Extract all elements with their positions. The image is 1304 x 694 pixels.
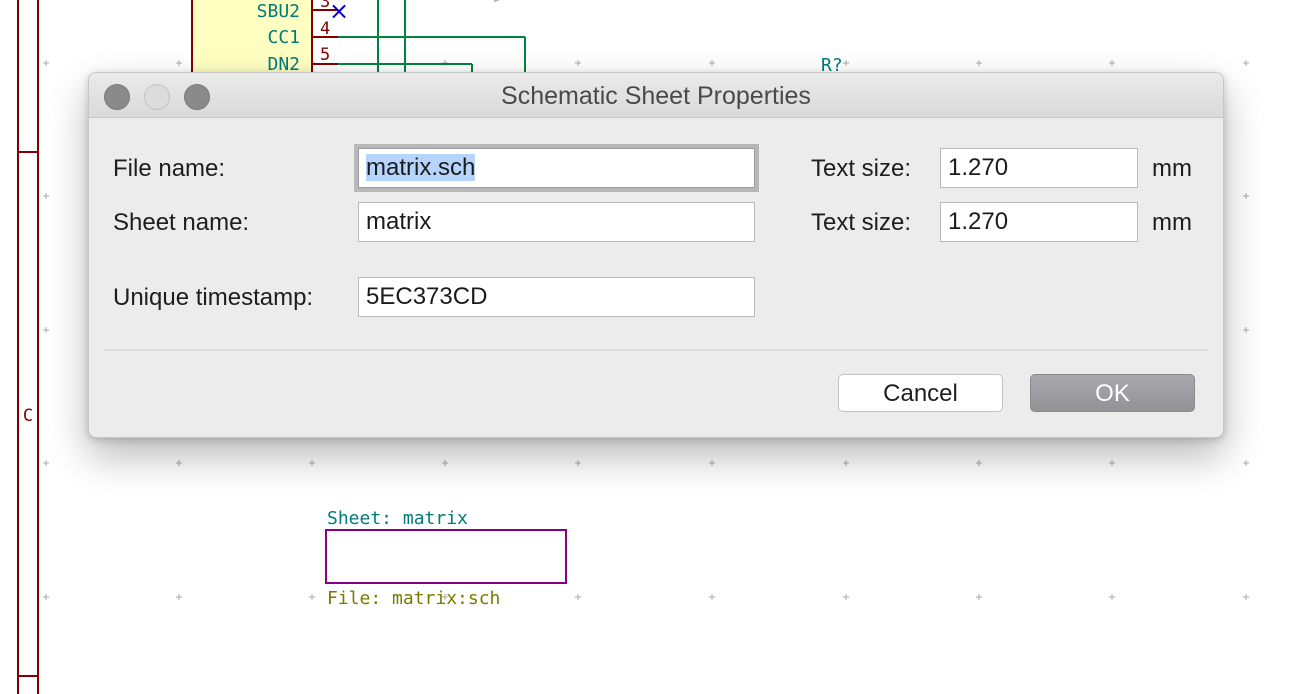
sheet-file-label[interactable]: File: matrix:sch — [327, 588, 500, 609]
pin-name-cc1: CC1 — [267, 27, 300, 48]
file-text-size-input[interactable]: 1.270 — [940, 148, 1138, 188]
sheet-properties-dialog: Schematic Sheet Properties File name: ma… — [88, 72, 1224, 438]
sheet-text-size-label: Text size: — [811, 209, 912, 236]
sheet-name-label[interactable]: Sheet: matrix — [327, 508, 468, 529]
file-name-label: File name: — [113, 155, 226, 182]
sheet-text-size-unit: mm — [1152, 209, 1192, 236]
sheet-name-label: Sheet name: — [113, 209, 250, 236]
timestamp-label: Unique timestamp: — [113, 284, 314, 311]
file-name-value: matrix.sch — [366, 154, 476, 181]
pin-name-sbu2: SBU2 — [257, 1, 300, 22]
sheet-name-input[interactable]: matrix — [358, 202, 755, 242]
timestamp-input[interactable]: 5EC373CD — [358, 277, 755, 317]
file-name-input[interactable]: matrix.sch — [358, 148, 755, 188]
dialog-divider — [104, 349, 1208, 351]
frame-zone-label: C — [23, 406, 33, 426]
file-text-size-unit: mm — [1152, 155, 1192, 182]
connector-body[interactable] — [191, 0, 221, 77]
ok-button[interactable]: OK — [1030, 374, 1195, 412]
no-connect-icon[interactable]: × — [329, 0, 349, 25]
cancel-button[interactable]: Cancel — [838, 374, 1003, 412]
pin-number-5: 5 — [320, 45, 330, 65]
wires[interactable] — [338, 0, 526, 76]
dialog-titlebar[interactable]: Schematic Sheet Properties — [89, 73, 1223, 118]
dialog-title: Schematic Sheet Properties — [501, 82, 811, 110]
sheet-frame — [17, 0, 39, 694]
grey-arrow — [493, 0, 501, 2]
hierarchical-sheet[interactable] — [325, 529, 567, 584]
file-text-size-label: Text size: — [811, 155, 912, 182]
sheet-text-size-input[interactable]: 1.270 — [940, 202, 1138, 242]
